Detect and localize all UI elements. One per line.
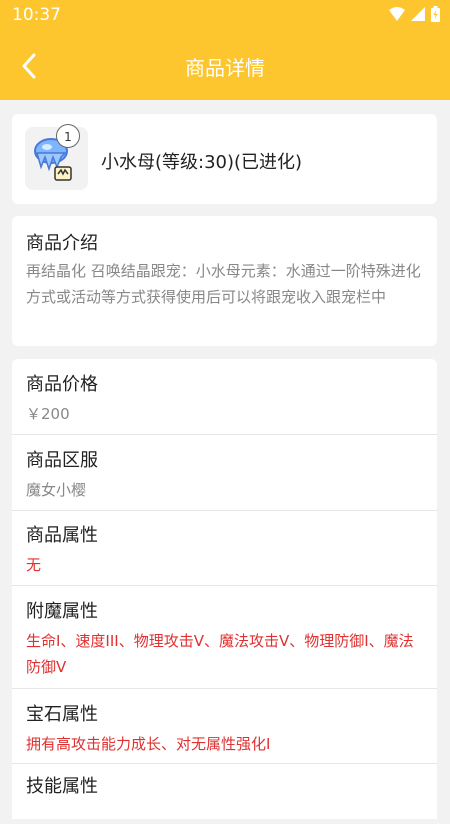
attribute-label: 商品属性 (26, 525, 98, 546)
attribute-row-gem: 宝石属性 拥有高攻击能力成长、对无属性强化I (12, 689, 437, 764)
attribute-value: 无 (26, 556, 42, 574)
status-bar: 10:37 (0, 0, 450, 32)
attribute-label: 技能属性 (26, 776, 98, 797)
page-title: 商品详情 (185, 56, 265, 80)
attribute-row-properties: 商品属性 无 (12, 511, 437, 586)
attribute-row-skill: 技能属性 (12, 764, 437, 824)
attribute-row-server: 商品区服 魔女小樱 (12, 435, 437, 511)
attributes-card: 商品价格 ￥200 商品区服 魔女小樱 商品属性 无 附魔属性 生命I、速度II… (12, 359, 437, 819)
wifi-icon (389, 7, 405, 21)
app-bar: 商品详情 (0, 32, 450, 100)
intro-title: 商品介绍 (26, 233, 98, 254)
item-name: 小水母(等级:30)(已进化) (101, 152, 303, 173)
intro-text: 再结晶化 召唤结晶跟宠：小水母元素：水通过一阶特殊进化方式或活动等方式获得使用后… (26, 262, 421, 306)
attribute-label: 宝石属性 (26, 704, 98, 725)
attribute-label: 附魔属性 (26, 601, 98, 622)
battery-icon (431, 6, 440, 22)
attribute-value: 魔女小樱 (26, 481, 87, 499)
status-icons (389, 6, 440, 22)
attribute-value: 拥有高攻击能力成长、对无属性强化I (26, 735, 271, 753)
quantity-badge: 1 (56, 124, 80, 148)
intro-card: 商品介绍 再结晶化 召唤结晶跟宠：小水母元素：水通过一阶特殊进化方式或活动等方式… (12, 216, 437, 346)
attribute-row-price: 商品价格 ￥200 (12, 359, 437, 435)
attribute-label: 商品价格 (26, 374, 98, 395)
signal-icon (411, 7, 425, 21)
status-time: 10:37 (12, 5, 61, 25)
attribute-value: ￥200 (26, 405, 70, 423)
attribute-label: 商品区服 (26, 450, 98, 471)
attribute-value: 生命I、速度III、物理攻击V、魔法攻击V、物理防御I、魔法防御V (26, 632, 414, 676)
attribute-row-enchant: 附魔属性 生命I、速度III、物理攻击V、魔法攻击V、物理防御I、魔法防御V (12, 586, 437, 689)
